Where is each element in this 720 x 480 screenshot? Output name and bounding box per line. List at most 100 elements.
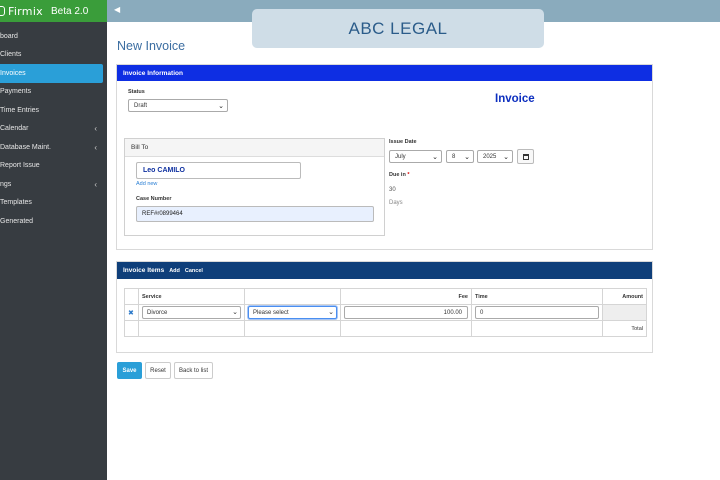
items-title: Invoice Items [123,267,165,274]
header-cell [124,288,139,305]
status-select[interactable]: Draft ⌄ [128,99,228,112]
brand[interactable]: Firmix Beta 2.0 [0,0,107,22]
table-row: ✖ Divorce ⌄ Please select ⌄ 100.00 0 [124,304,647,321]
fee-input[interactable]: 100.00 [344,306,468,319]
detail-cell: Please select ⌄ [244,304,341,321]
reset-button[interactable]: Reset [145,362,171,379]
chevron-down-icon: ⌄ [464,154,470,161]
chevron-down-icon: ⌄ [328,309,334,316]
invoice-information-panel: Invoice Information Status Draft ⌄ Invoi… [116,64,653,250]
sidebar-item-calendar[interactable]: Calendar ‹ [0,120,107,139]
chevron-down-icon: ⌄ [232,309,238,316]
remove-cell: ✖ [124,304,139,321]
empty-cell [340,320,472,337]
due-in-label: Due in * [389,172,409,178]
sidebar-nav: board Clients Invoices Payments Time Entries… [0,27,107,231]
add-new-client-link[interactable]: Add new [136,181,157,187]
bill-to-header: Bill To [125,139,384,157]
save-button[interactable]: Save [117,362,142,379]
sidebar-item-generated[interactable]: Generated [0,212,107,231]
issue-day-value: 8 [452,153,456,160]
firm-banner: ABC LEGAL [252,9,544,48]
header-service: Service [138,288,245,305]
sidebar-item-clients[interactable]: Clients [0,46,107,65]
brand-name: Firmix [8,4,43,18]
client-input[interactable]: Leo CAMILO [136,162,301,179]
status-value: Draft [134,102,148,109]
panel-header: Invoice Information [117,65,652,81]
chevron-left-icon: ‹ [94,124,97,134]
total-label: Total [602,320,647,337]
time-input[interactable]: 0 [475,306,599,319]
firmix-logo-icon [0,6,5,16]
service-value: Divorce [147,309,168,316]
sidebar-item-invoices[interactable]: Invoices [0,64,103,83]
sidebar-item-label: Generated [0,217,34,225]
empty-cell [124,320,139,337]
total-row: Total [124,320,647,337]
time-cell: 0 [471,304,603,321]
case-number-label: Case Number [136,196,172,202]
chevron-down-icon: ⌄ [218,103,224,110]
status-label: Status [128,89,145,95]
header-amount: Amount [602,288,647,305]
invoice-heading: Invoice [495,93,535,105]
items-table: Service Fee Time Amount ✖ Divorce ⌄ Plea… [124,288,647,337]
case-number-input[interactable]: REF#r0899464 [136,206,374,222]
detail-value: Please select [253,309,289,316]
empty-cell [471,320,603,337]
sidebar-item-label: Time Entries [0,106,40,114]
issue-month-select[interactable]: July ⌄ [389,150,442,163]
chevron-left-icon: ‹ [94,179,97,189]
sidebar-item-time-entries[interactable]: Time Entries [0,101,107,120]
add-item-link[interactable]: Add [169,268,180,274]
issue-year-value: 2025 [483,153,497,160]
sidebar-item-ngs[interactable]: ngs ‹ [0,175,107,194]
chevron-left-icon: ‹ [94,142,97,152]
issue-year-select[interactable]: 2025 ⌄ [477,150,513,163]
panel-header: Invoice Items Add Cancel [117,262,652,279]
amount-cell [602,304,647,321]
sidebar-item-payments[interactable]: Payments [0,83,107,102]
sidebar-item-templates[interactable]: Templates [0,194,107,213]
back-to-list-button[interactable]: Back to list [174,362,213,379]
invoice-items-panel: Invoice Items Add Cancel Service Fee Tim… [116,261,653,353]
remove-item-icon[interactable]: ✖ [128,310,134,317]
sidebar-item-label: Payments [0,88,32,96]
required-marker: * [407,172,410,178]
sidebar-item-board[interactable]: board [0,27,107,46]
header-time: Time [471,288,603,305]
sidebar-item-label: board [0,32,18,40]
header-cell [244,288,341,305]
sidebar-item-label: Calendar [0,125,29,133]
service-cell: Divorce ⌄ [138,304,245,321]
empty-cell [138,320,245,337]
calendar-button[interactable] [517,149,534,164]
chevron-down-icon: ⌄ [503,154,509,161]
header-fee: Fee [340,288,472,305]
sidebar-item-database-maint[interactable]: Database Maint. ‹ [0,138,107,157]
collapse-sidebar-icon[interactable]: ◀ [114,5,120,14]
sidebar-item-label: Database Maint. [0,143,51,151]
fee-cell: 100.00 [340,304,472,321]
chevron-down-icon: ⌄ [432,154,438,161]
service-select[interactable]: Divorce ⌄ [142,306,241,319]
due-in-value[interactable]: 30 [389,187,396,193]
table-header-row: Service Fee Time Amount [124,288,647,305]
bill-to-box: Bill To Leo CAMILO Add new Case Number R… [124,138,385,236]
page-title: New Invoice [117,39,186,53]
cancel-item-link[interactable]: Cancel [185,268,203,274]
empty-cell [244,320,341,337]
sidebar: Firmix Beta 2.0 board Clients Invoices Paym… [0,0,107,480]
issue-month-value: July [395,153,406,160]
due-in-text: Due in [389,172,406,178]
sidebar-item-label: Templates [0,199,32,207]
due-in-unit: Days [389,200,403,206]
brand-version: Beta 2.0 [51,5,89,17]
sidebar-item-report-issue[interactable]: Report Issue [0,157,107,176]
issue-day-select[interactable]: 8 ⌄ [446,150,474,163]
issue-date-label: Issue Date [389,139,417,145]
sidebar-item-label: ngs [0,180,12,188]
sidebar-item-label: Invoices [0,69,26,77]
detail-select[interactable]: Please select ⌄ [248,306,337,319]
